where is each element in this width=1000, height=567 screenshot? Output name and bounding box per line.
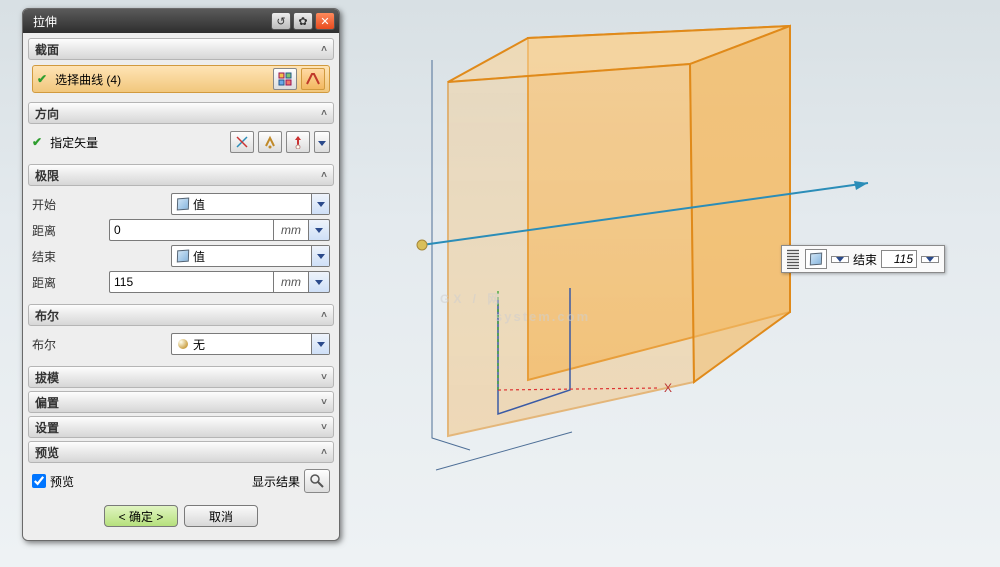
value-mode-dropdown[interactable]	[831, 256, 849, 263]
chevron-up-icon: ˄	[321, 44, 327, 55]
end-distance-input[interactable]	[109, 271, 274, 293]
reverse-vector-button[interactable]	[258, 131, 282, 153]
select-curve-row[interactable]: ✔ 选择曲线 (4)	[32, 65, 330, 93]
chevron-up-icon: ˄	[321, 447, 327, 458]
unit-label: mm	[274, 219, 308, 241]
end-mode-select[interactable]: 值	[171, 245, 330, 267]
chevron-down-icon	[311, 246, 329, 266]
dialog-title: 拉伸	[33, 13, 269, 30]
end-value-input[interactable]	[881, 250, 917, 268]
section-header-draft[interactable]: 拔模˅	[28, 366, 334, 388]
chevron-down-icon: ˅	[321, 372, 327, 383]
boolean-label: 布尔	[32, 336, 167, 353]
end-distance-label: 距离	[32, 274, 105, 291]
chevron-down-icon	[311, 334, 329, 354]
floating-end-input[interactable]: 结束	[781, 245, 945, 273]
start-distance-label: 距离	[32, 222, 105, 239]
chevron-down-icon: ˅	[321, 397, 327, 408]
svg-text:X: X	[664, 381, 672, 395]
specify-vector-row: ✔ 指定矢量	[32, 129, 330, 155]
chevron-down-icon	[311, 194, 329, 214]
section-header-settings[interactable]: 设置˅	[28, 416, 334, 438]
ok-button[interactable]: < 确定 >	[104, 505, 178, 527]
sketch-section-button[interactable]	[273, 68, 297, 90]
end-value-dropdown[interactable]	[921, 256, 939, 263]
end-distance-spin[interactable]	[308, 271, 330, 293]
chevron-up-icon: ˄	[321, 310, 327, 321]
end-label: 结束	[853, 251, 877, 268]
extrude-dialog: 拉伸 ↺ ✿ ✕ 截面˄ ✔ 选择曲线 (4) 方向˄ ✔ 指定矢量	[22, 8, 340, 541]
chevron-up-icon: ˄	[321, 108, 327, 119]
vector-dialog-button[interactable]	[230, 131, 254, 153]
preview-checkbox[interactable]	[32, 474, 46, 488]
section-header-boolean[interactable]: 布尔˄	[28, 304, 334, 326]
settings-button[interactable]: ✿	[293, 12, 313, 30]
check-icon: ✔	[32, 135, 42, 149]
undo-button[interactable]: ↺	[271, 12, 291, 30]
section-header-preview[interactable]: 预览˄	[28, 441, 334, 463]
start-mode-select[interactable]: 值	[171, 193, 330, 215]
start-distance-spin[interactable]	[308, 219, 330, 241]
section-header-direction[interactable]: 方向˄	[28, 102, 334, 124]
cancel-button[interactable]: 取消	[184, 505, 258, 527]
value-mode-button[interactable]	[805, 249, 827, 269]
start-label: 开始	[32, 196, 167, 213]
start-distance-input[interactable]	[109, 219, 274, 241]
section-header-profile[interactable]: 截面˄	[28, 38, 334, 60]
show-result-label: 显示结果	[252, 473, 300, 490]
chevron-up-icon: ˄	[321, 170, 327, 181]
unit-label: mm	[274, 271, 308, 293]
vector-constructor-button[interactable]	[286, 131, 310, 153]
preview-label: 预览	[50, 473, 74, 490]
end-label: 结束	[32, 248, 167, 265]
curve-rule-button[interactable]	[301, 68, 325, 90]
boolean-mode-select[interactable]: 无	[171, 333, 330, 355]
check-icon: ✔	[37, 72, 47, 86]
section-header-limits[interactable]: 极限˄	[28, 164, 334, 186]
show-result-button[interactable]	[304, 469, 330, 493]
drag-grip-icon[interactable]	[787, 249, 799, 269]
chevron-down-icon: ˅	[321, 422, 327, 433]
dialog-titlebar[interactable]: 拉伸 ↺ ✿ ✕	[23, 9, 339, 33]
close-button[interactable]: ✕	[315, 12, 335, 30]
vector-menu-button[interactable]	[314, 131, 330, 153]
section-header-offset[interactable]: 偏置˅	[28, 391, 334, 413]
